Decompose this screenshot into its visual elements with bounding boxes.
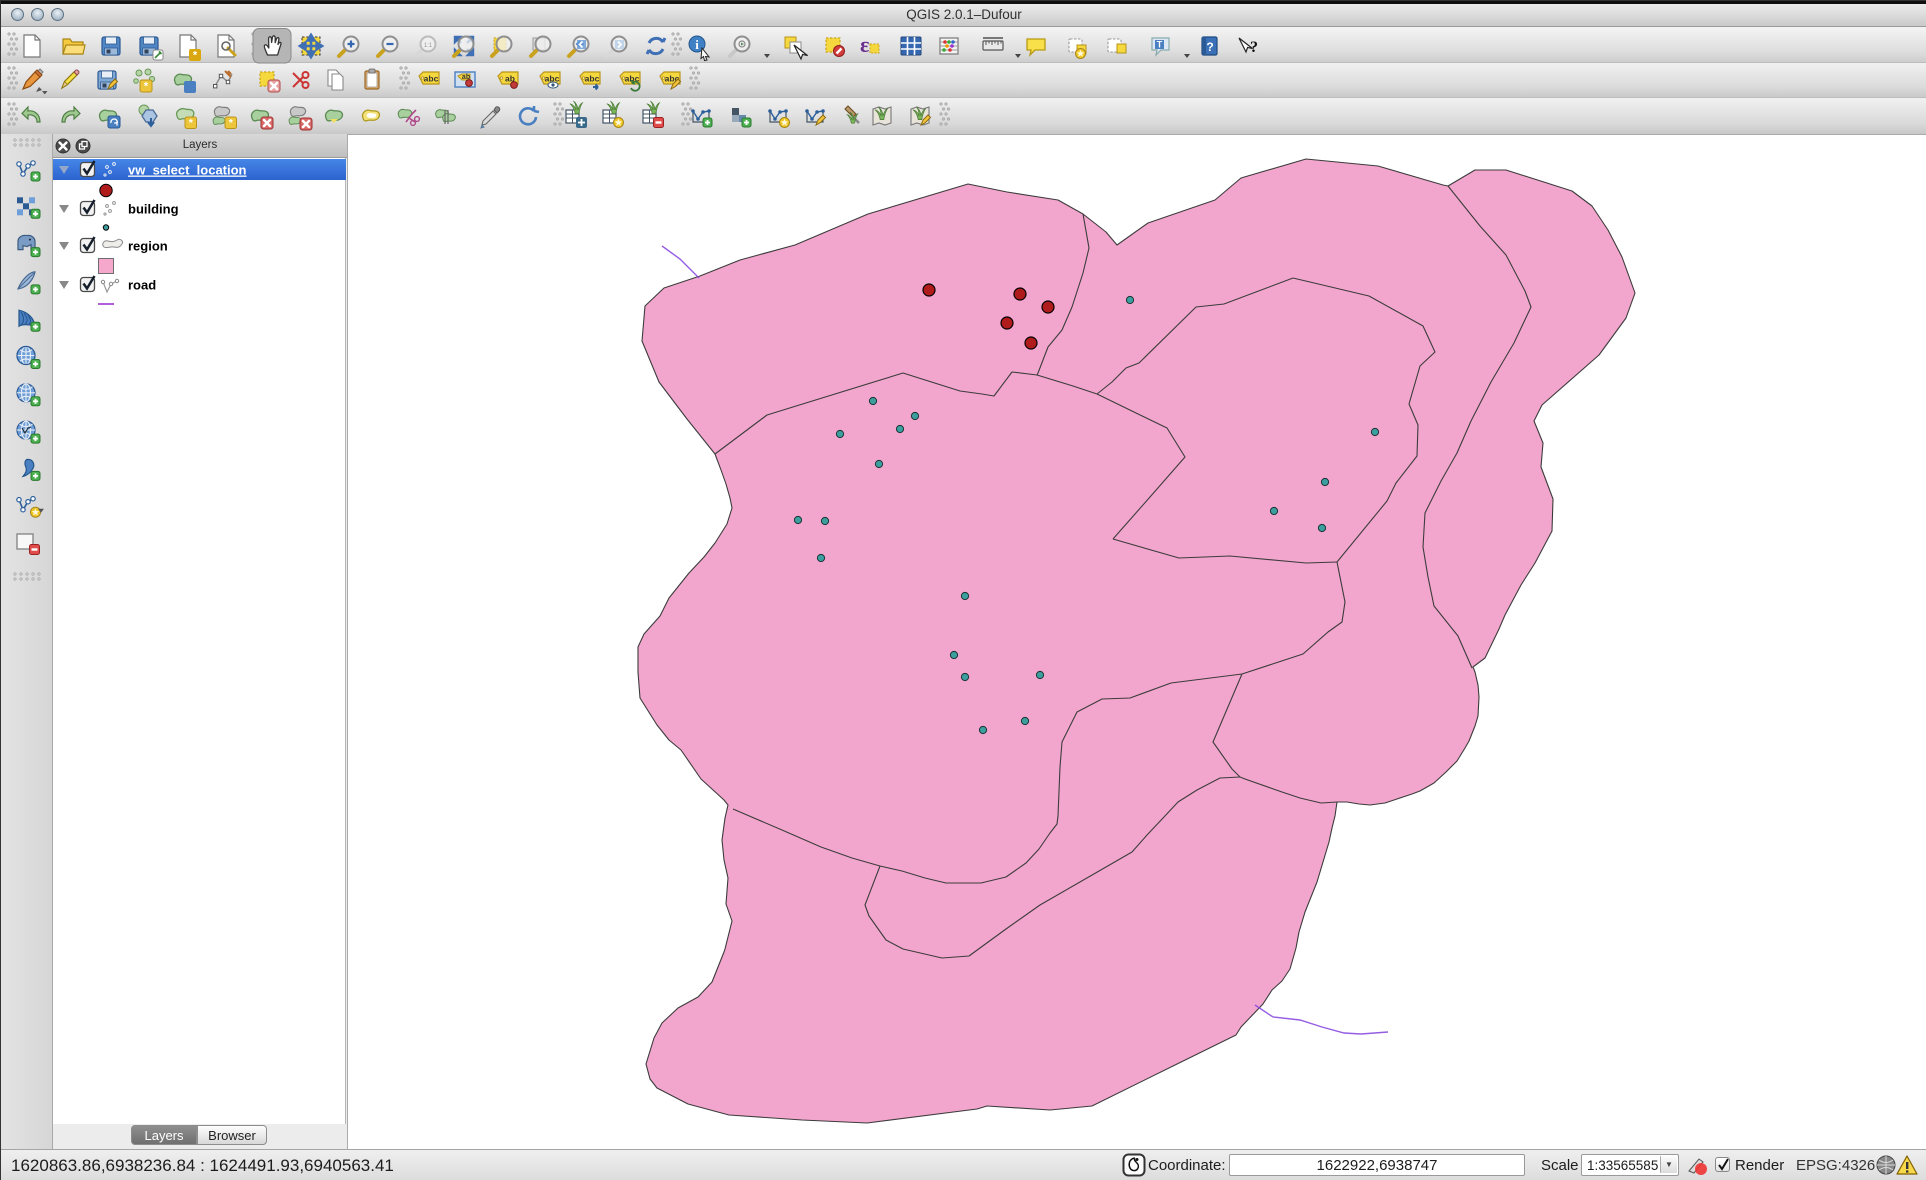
svg-text:abc: abc xyxy=(424,74,439,84)
svg-text:ε: ε xyxy=(860,32,869,57)
svg-text:building: building xyxy=(128,202,179,217)
svg-text:T: T xyxy=(1157,40,1163,50)
svg-text:?: ? xyxy=(1206,40,1213,54)
svg-text:abc: abc xyxy=(585,74,600,84)
svg-text:road: road xyxy=(128,278,156,293)
svg-text:1:1: 1:1 xyxy=(424,43,433,49)
svg-text:region: region xyxy=(128,239,168,254)
svg-text:vw_select_location: vw_select_location xyxy=(128,163,247,178)
svg-text:?: ? xyxy=(1250,39,1258,56)
svg-text:i: i xyxy=(695,37,699,52)
svg-text:*: * xyxy=(144,81,149,93)
svg-text:*: * xyxy=(193,50,198,62)
